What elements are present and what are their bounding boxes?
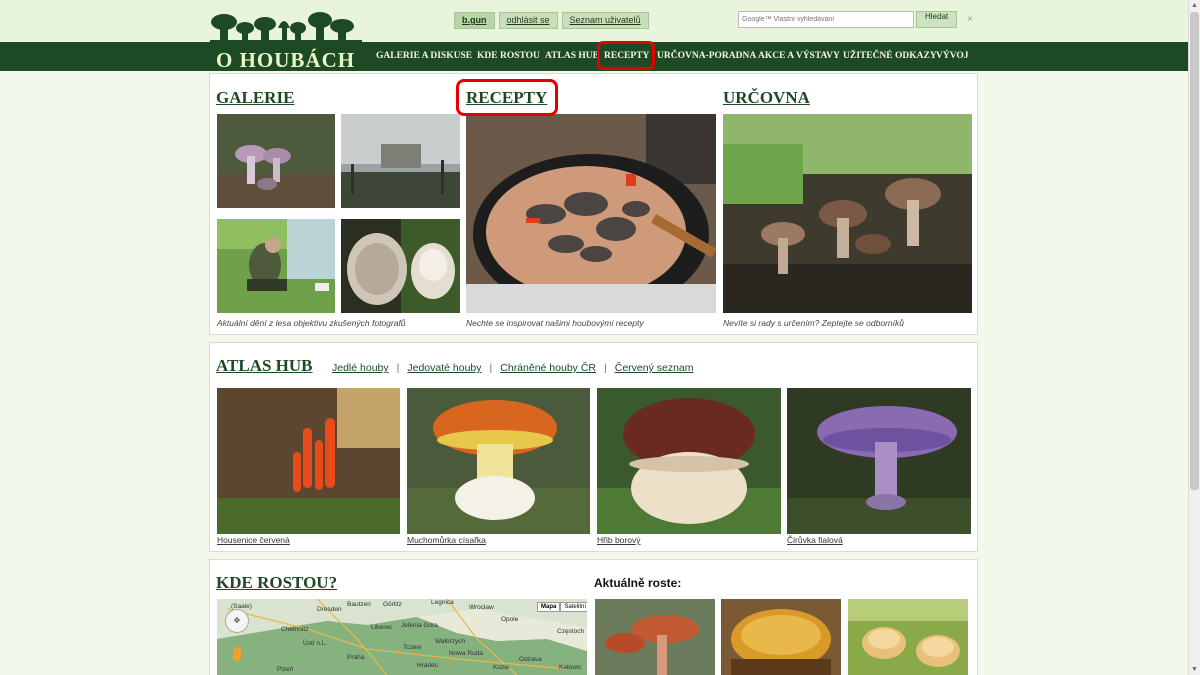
- atlas-link-edible[interactable]: Jedlé houby: [332, 362, 389, 374]
- map-type-map-button[interactable]: Mapa: [537, 602, 561, 612]
- now-growing-title: Aktuálně roste:: [594, 576, 682, 590]
- recepty-highlight: [456, 79, 558, 116]
- now-growing-photo-2[interactable]: [721, 599, 841, 675]
- now-growing-photo-3[interactable]: [848, 599, 968, 675]
- nav-odkazy[interactable]: UŽITEČNÉ ODKAZY: [843, 42, 937, 71]
- galerie-title[interactable]: GALERIE: [216, 88, 294, 108]
- map-type-switch: Mapa Satelitní: [537, 602, 587, 612]
- urcovna-photo[interactable]: [723, 114, 972, 313]
- galerie-photo-4[interactable]: [341, 219, 460, 313]
- kde-rostou-title[interactable]: KDE ROSTOU?: [216, 573, 337, 593]
- galerie-photo-2[interactable]: [341, 114, 460, 208]
- streetview-pegman-icon[interactable]: [233, 647, 241, 661]
- map-label: Katowic: [559, 664, 583, 671]
- separator: |: [396, 362, 400, 374]
- map-label: Częstoch: [557, 628, 584, 635]
- user-list-link[interactable]: Seznam uživatelů: [561, 12, 649, 29]
- atlas-photo-1[interactable]: [217, 388, 400, 534]
- atlas-links: Jedlé houby | Jedovaté houby | Chráněné …: [332, 362, 694, 374]
- recepty-photo[interactable]: [466, 114, 716, 313]
- search-button[interactable]: Hledat: [916, 11, 958, 28]
- separator: |: [604, 362, 607, 374]
- atlas-photo-4[interactable]: [787, 388, 971, 534]
- scroll-up-arrow-icon[interactable]: ▲: [1189, 0, 1200, 11]
- map-label: Liberec: [371, 624, 393, 631]
- atlas-photo-3-label[interactable]: Hřib borový: [597, 535, 640, 545]
- galerie-photo-1[interactable]: [217, 114, 335, 208]
- map-label: Hradec: [417, 662, 439, 669]
- logout-link[interactable]: odhlásit se: [498, 12, 558, 29]
- map-label: Kozle: [493, 664, 510, 671]
- map-label: Chemnitz: [281, 626, 308, 633]
- nav-akce[interactable]: AKCE A VÝSTAVY: [758, 42, 840, 71]
- nav-vyvoj[interactable]: VÝVOJ: [936, 42, 969, 71]
- atlas-photo-3[interactable]: [597, 388, 781, 534]
- recepty-caption: Nechte se inspirovat našimi houbovými re…: [466, 318, 644, 328]
- main-navigation: GALERIE A DISKUSE KDE ROSTOU ATLAS HUB R…: [0, 42, 1188, 71]
- atlas-link-red-list[interactable]: Červený seznam: [615, 362, 694, 374]
- map-type-satellite-button[interactable]: Satelitní: [560, 602, 587, 612]
- map-label: Ústí n.L.: [303, 638, 327, 647]
- atlas-title[interactable]: ATLAS HUB: [216, 356, 313, 376]
- map-label: Görlitz: [383, 601, 402, 608]
- scrollbar-thumb[interactable]: [1190, 12, 1199, 490]
- logo-text: O HOUBÁCH: [216, 48, 356, 72]
- map-label: Wałbrzych: [435, 638, 465, 645]
- urcovna-caption: Nevíte si rady s určením? Zeptejte se od…: [723, 318, 904, 328]
- map-label: Legnica: [431, 599, 454, 606]
- now-growing-photo-1[interactable]: [595, 599, 715, 675]
- map-pan-icon[interactable]: ✥: [225, 609, 249, 633]
- nav-galerie[interactable]: GALERIE A DISKUSE: [376, 42, 472, 71]
- nav-urcovna[interactable]: URČOVNA-PORADNA: [657, 42, 756, 71]
- map-label: Praha: [347, 654, 365, 661]
- map-label: Wrocław: [469, 604, 494, 611]
- urcovna-title[interactable]: URČOVNA: [723, 88, 810, 108]
- mushroom-logo-icon: [210, 12, 362, 46]
- map-label: Bautzen: [347, 601, 371, 608]
- map-label: Tczew: [403, 644, 421, 651]
- close-icon[interactable]: ×: [967, 14, 973, 25]
- search-input[interactable]: [738, 11, 914, 28]
- user-links: b.gun odhlásit se Seznam uživatelů: [454, 12, 649, 29]
- site-logo[interactable]: O HOUBÁCH: [210, 6, 362, 72]
- atlas-link-protected[interactable]: Chráněné houby ČR: [500, 362, 596, 374]
- map-label: Dresden: [317, 606, 342, 613]
- search-bar: Hledat ×: [738, 11, 973, 28]
- map-label: Jelenia Góra: [401, 622, 438, 629]
- atlas-photo-1-label[interactable]: Housenice červená: [217, 535, 290, 545]
- nav-atlas-hub[interactable]: ATLAS HUB: [545, 42, 599, 71]
- map-label: Plzeň: [277, 666, 294, 673]
- map-label: Ostrava: [519, 656, 542, 663]
- map-label: Nowa Ruda: [449, 650, 483, 657]
- galerie-caption: Aktuální dění z lesa objektivu zkušených…: [217, 318, 406, 328]
- nav-highlight-recepty: [597, 41, 655, 70]
- user-profile-link[interactable]: b.gun: [454, 12, 495, 29]
- separator: |: [489, 362, 493, 374]
- atlas-photo-2-label[interactable]: Muchomůrka císařka: [407, 535, 486, 545]
- nav-kde-rostou[interactable]: KDE ROSTOU: [477, 42, 540, 71]
- map-widget[interactable]: (Saale) Dresden Bautzen Görlitz Legnica …: [217, 599, 587, 675]
- atlas-photo-2[interactable]: [407, 388, 590, 534]
- atlas-photo-4-label[interactable]: Čirůvka fialová: [787, 535, 843, 545]
- map-label: Opole: [501, 616, 519, 623]
- atlas-link-poisonous[interactable]: Jedovaté houby: [407, 362, 481, 374]
- scroll-down-arrow-icon[interactable]: ▼: [1189, 664, 1200, 675]
- galerie-photo-3[interactable]: [217, 219, 335, 313]
